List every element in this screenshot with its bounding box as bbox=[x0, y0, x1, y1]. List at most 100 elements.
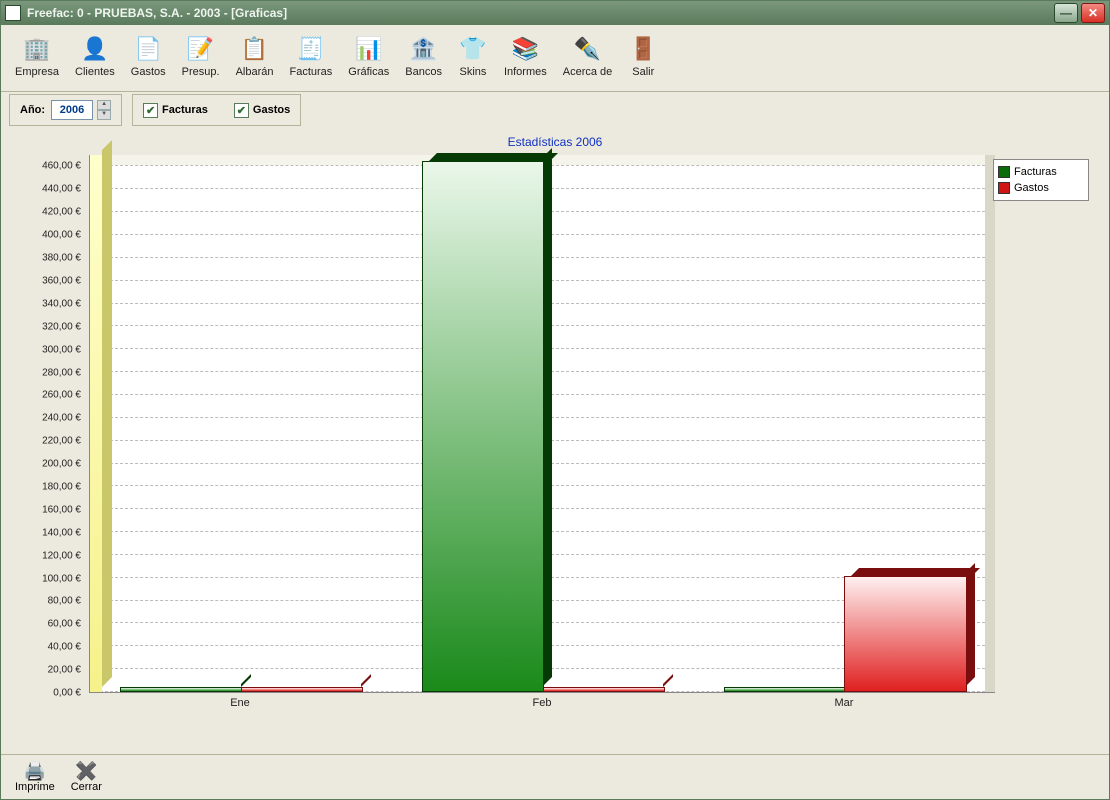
year-input[interactable] bbox=[51, 100, 93, 120]
x-axis: Ene Feb Mar bbox=[89, 695, 995, 711]
clientes-icon: 👤 bbox=[80, 34, 110, 64]
y-tick-label: 100,00 € bbox=[42, 573, 81, 584]
cerrar-icon: ✖️ bbox=[75, 761, 97, 781]
toolbar-label: Gráficas bbox=[348, 66, 389, 78]
toolbar-graficas-button[interactable]: 📊 Gráficas bbox=[340, 27, 397, 85]
toolbar-skins-button[interactable]: 👕 Skins bbox=[450, 27, 496, 85]
y-axis: 0,00 €20,00 €40,00 €60,00 €80,00 €100,00… bbox=[25, 155, 85, 693]
app-window: Freefac: 0 - PRUEBAS, S.A. - 2003 - [Gra… bbox=[0, 0, 1110, 800]
legend-label: Facturas bbox=[1014, 166, 1057, 178]
bottom-cerrar-button[interactable]: ✖️Cerrar bbox=[63, 757, 110, 797]
y-tick-label: 460,00 € bbox=[42, 161, 81, 172]
toolbar-label: Bancos bbox=[405, 66, 442, 78]
y-tick-label: 300,00 € bbox=[42, 344, 81, 355]
toolbar-gastos-button[interactable]: 📄 Gastos bbox=[123, 27, 174, 85]
legend-swatch bbox=[998, 182, 1010, 194]
bottom-imprime-button[interactable]: 🖨️Imprime bbox=[7, 757, 63, 797]
y-tick-label: 400,00 € bbox=[42, 230, 81, 241]
bar-facturas-ene bbox=[120, 689, 241, 692]
toolbar-salir-button[interactable]: 🚪Salir bbox=[620, 27, 666, 85]
chart-wall-bar bbox=[90, 155, 102, 692]
salir-icon: 🚪 bbox=[628, 34, 658, 64]
y-tick-label: 200,00 € bbox=[42, 459, 81, 470]
y-tick-label: 140,00 € bbox=[42, 527, 81, 538]
y-tick-label: 220,00 € bbox=[42, 436, 81, 447]
gastos-checkbox[interactable]: ✔ Gastos bbox=[234, 103, 290, 118]
year-spinner[interactable]: ▲ ▼ bbox=[97, 100, 111, 120]
bancos-icon: 🏦 bbox=[409, 34, 439, 64]
gastos-icon: 📄 bbox=[133, 34, 163, 64]
toolbar-presup-button[interactable]: 📝 Presup. bbox=[174, 27, 228, 85]
y-tick-label: 440,00 € bbox=[42, 184, 81, 195]
legend-item: Facturas bbox=[998, 164, 1084, 180]
y-tick-label: 280,00 € bbox=[42, 367, 81, 378]
facturas-checkbox-label: Facturas bbox=[162, 104, 208, 116]
graficas-icon: 📊 bbox=[354, 34, 384, 64]
toolbar-bancos-button[interactable]: 🏦 Bancos bbox=[397, 27, 450, 85]
toolbar-empresa-button[interactable]: 🏢 Empresa bbox=[7, 27, 67, 85]
chart-body: 0,00 €20,00 €40,00 €60,00 €80,00 €100,00… bbox=[25, 155, 995, 711]
bar-facturas-feb bbox=[422, 163, 543, 692]
check-icon: ✔ bbox=[143, 103, 158, 118]
year-spin-down[interactable]: ▼ bbox=[97, 110, 111, 120]
legend-swatch bbox=[998, 166, 1010, 178]
toolbar-label: Gastos bbox=[131, 66, 166, 78]
year-block: Año: ▲ ▼ bbox=[9, 94, 122, 126]
legend-label: Gastos bbox=[1014, 182, 1049, 194]
toolbar-facturas-button[interactable]: 🧾Facturas bbox=[281, 27, 340, 85]
bar-facturas-mar bbox=[724, 689, 845, 692]
toolbar-label: Acerca de bbox=[563, 66, 613, 78]
y-tick-label: 180,00 € bbox=[42, 481, 81, 492]
minimize-button[interactable]: — bbox=[1054, 3, 1078, 23]
close-window-button[interactable]: ✕ bbox=[1081, 3, 1105, 23]
toolbar-label: Skins bbox=[460, 66, 487, 78]
main-toolbar: 🏢 Empresa 👤 Clientes 📄 Gastos 📝 Presup. 📋Albarán… bbox=[1, 25, 1109, 92]
x-tick-label: Ene bbox=[230, 697, 250, 709]
app-icon bbox=[5, 5, 21, 21]
toolbar-label: Clientes bbox=[75, 66, 115, 78]
empresa-icon: 🏢 bbox=[22, 34, 52, 64]
plot-back-wall-right bbox=[985, 155, 995, 692]
year-label: Año: bbox=[20, 104, 45, 116]
y-tick-label: 260,00 € bbox=[42, 390, 81, 401]
legend-item: Gastos bbox=[998, 180, 1084, 196]
series-toggle-block: ✔ Facturas ✔ Gastos bbox=[132, 94, 301, 126]
y-tick-label: 160,00 € bbox=[42, 504, 81, 515]
check-icon: ✔ bbox=[234, 103, 249, 118]
y-tick-label: 120,00 € bbox=[42, 550, 81, 561]
x-tick-label: Mar bbox=[835, 697, 854, 709]
window-title: Freefac: 0 - PRUEBAS, S.A. - 2003 - [Gra… bbox=[27, 6, 1051, 20]
toolbar-informes-button[interactable]: 📚 Informes bbox=[496, 27, 555, 85]
bottom-label: Imprime bbox=[15, 781, 55, 793]
facturas-checkbox[interactable]: ✔ Facturas bbox=[143, 103, 208, 118]
informes-icon: 📚 bbox=[510, 34, 540, 64]
y-tick-label: 420,00 € bbox=[42, 207, 81, 218]
bar-gastos-feb bbox=[543, 689, 664, 692]
year-spin-up[interactable]: ▲ bbox=[97, 100, 111, 110]
y-tick-label: 360,00 € bbox=[42, 275, 81, 286]
toolbar-label: Informes bbox=[504, 66, 547, 78]
toolbar-label: Presup. bbox=[182, 66, 220, 78]
acercade-icon: ✒️ bbox=[573, 34, 603, 64]
imprime-icon: 🖨️ bbox=[24, 761, 46, 781]
x-tick-label: Feb bbox=[533, 697, 552, 709]
albaran-icon: 📋 bbox=[240, 34, 270, 64]
bottom-toolbar: 🖨️Imprime✖️Cerrar bbox=[1, 754, 1109, 799]
facturas-icon: 🧾 bbox=[296, 34, 326, 64]
toolbar-label: Empresa bbox=[15, 66, 59, 78]
y-tick-label: 380,00 € bbox=[42, 253, 81, 264]
presup-icon: 📝 bbox=[186, 34, 216, 64]
bar-gastos-mar bbox=[844, 578, 965, 692]
options-row: Año: ▲ ▼ ✔ Facturas ✔ Gastos bbox=[1, 92, 1109, 128]
toolbar-clientes-button[interactable]: 👤 Clientes bbox=[67, 27, 123, 85]
bar-gastos-ene bbox=[241, 689, 362, 692]
toolbar-acercade-button[interactable]: ✒️ Acerca de bbox=[555, 27, 621, 85]
legend: Facturas Gastos bbox=[993, 159, 1089, 201]
chart-area: Estadísticas 2006 0,00 €20,00 €40,00 €60… bbox=[5, 131, 1105, 751]
y-tick-label: 0,00 € bbox=[53, 688, 81, 699]
toolbar-albaran-button[interactable]: 📋Albarán bbox=[228, 27, 282, 85]
gastos-checkbox-label: Gastos bbox=[253, 104, 290, 116]
skins-icon: 👕 bbox=[458, 34, 488, 64]
chart-title: Estadísticas 2006 bbox=[5, 131, 1105, 153]
bottom-label: Cerrar bbox=[71, 781, 102, 793]
